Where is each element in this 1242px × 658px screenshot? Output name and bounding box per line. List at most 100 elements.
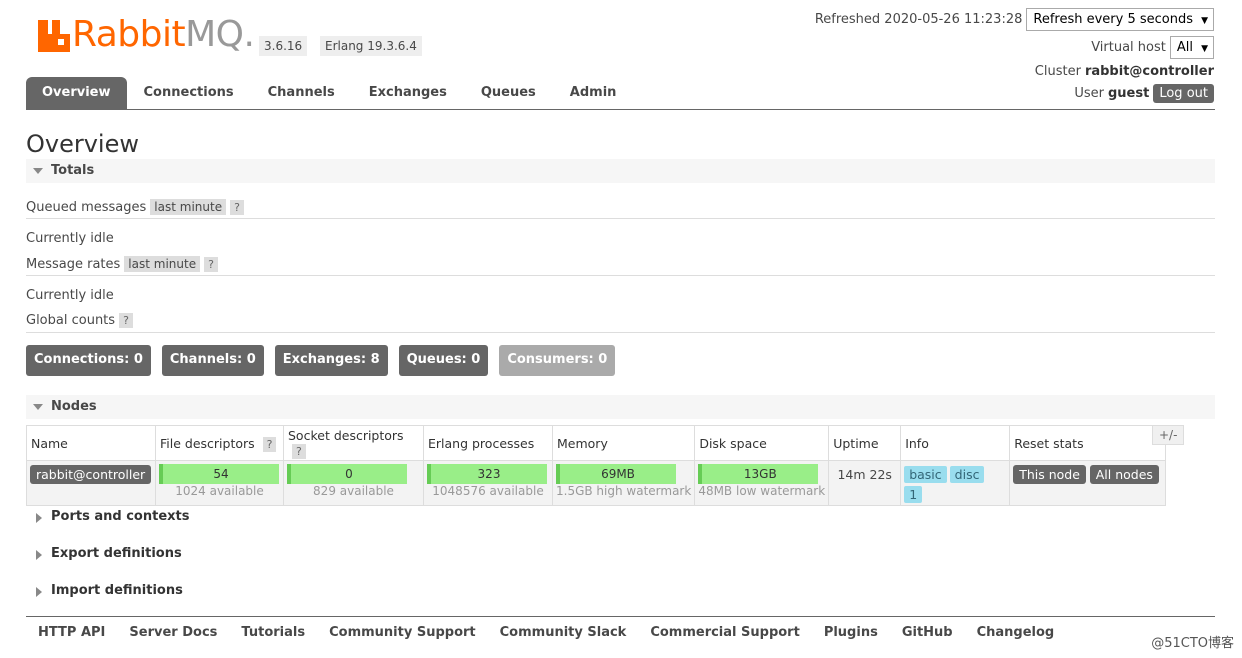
- triangle-right-icon: [36, 587, 42, 597]
- queued-idle-text: Currently idle: [26, 231, 114, 246]
- col-disk-space: Disk space: [694, 425, 830, 461]
- nodes-table: Name File descriptors ? Socket descripto…: [26, 425, 1167, 506]
- footer-link-changelog[interactable]: Changelog: [977, 625, 1055, 640]
- help-icon[interactable]: ?: [230, 199, 244, 215]
- reset-this-node-button[interactable]: This node: [1013, 465, 1086, 484]
- erlang-version: Erlang 19.3.6.4: [320, 36, 422, 56]
- column-toggle-button[interactable]: +/-: [1152, 425, 1185, 445]
- table-row: rabbit@controller 54 1024 available 0 82…: [26, 460, 1167, 506]
- consumers-count-button[interactable]: Consumers: 0: [499, 345, 616, 376]
- footer-link-server-docs[interactable]: Server Docs: [129, 625, 217, 640]
- totals-heading: Totals: [51, 163, 95, 178]
- tab-exchanges[interactable]: Exchanges: [352, 77, 464, 109]
- col-name: Name: [26, 425, 156, 461]
- vhost-row: Virtual host All: [1091, 36, 1214, 59]
- memory-watermark: 1.5GB high watermark: [556, 484, 692, 498]
- uptime-cell: 14m 22s: [828, 460, 902, 506]
- disk-cell: 13GB 48MB low watermark: [694, 460, 830, 506]
- tab-admin[interactable]: Admin: [553, 77, 634, 109]
- footer-link-plugins[interactable]: Plugins: [824, 625, 878, 640]
- import-section-header[interactable]: Import definitions: [26, 583, 183, 603]
- nodes-section-header[interactable]: Nodes: [26, 395, 1215, 419]
- sd-cell: 0 829 available: [283, 460, 424, 506]
- message-rates-label: Message rates: [26, 256, 121, 272]
- queued-range-tag[interactable]: last minute: [150, 199, 227, 215]
- help-icon[interactable]: ?: [262, 436, 277, 452]
- footer-link-github[interactable]: GitHub: [902, 625, 953, 640]
- connections-count-button[interactable]: Connections: 0: [26, 345, 151, 376]
- ep-bar: 323: [427, 464, 547, 484]
- disk-bar: 13GB: [698, 464, 819, 484]
- col-info: Info: [900, 425, 1011, 461]
- fd-bar: 54: [159, 464, 279, 484]
- info-basic-badge[interactable]: basic: [904, 466, 947, 483]
- footer-links: HTTP API Server Docs Tutorials Community…: [26, 616, 1215, 640]
- triangle-down-icon: [33, 404, 43, 410]
- rates-idle-text: Currently idle: [26, 288, 114, 303]
- queues-count-button[interactable]: Queues: 0: [398, 345, 489, 376]
- queued-messages-label: Queued messages: [26, 199, 147, 215]
- vhost-select[interactable]: All: [1169, 36, 1214, 59]
- global-counts: Connections: 0 Channels: 0 Exchanges: 8 …: [26, 345, 616, 376]
- logo-text: RabbitMQ.: [72, 14, 255, 55]
- divider: [26, 275, 1215, 276]
- global-counts-label: Global counts: [26, 313, 116, 328]
- export-section-header[interactable]: Export definitions: [26, 546, 182, 566]
- ep-cell: 323 1048576 available: [423, 460, 553, 506]
- triangle-right-icon: [36, 550, 42, 560]
- export-heading: Export definitions: [51, 546, 182, 561]
- help-icon[interactable]: ?: [119, 313, 133, 328]
- reset-all-nodes-button[interactable]: All nodes: [1089, 465, 1159, 484]
- memory-bar: 69MB: [556, 464, 676, 484]
- refreshed-time: Refreshed 2020-05-26 11:23:28: [814, 12, 1023, 27]
- refresh-select[interactable]: Refresh every 5 seconds: [1026, 8, 1214, 31]
- footer-link-community-support[interactable]: Community Support: [329, 625, 476, 640]
- disk-watermark: 48MB low watermark: [698, 484, 826, 498]
- node-name-link[interactable]: rabbit@controller: [30, 465, 152, 484]
- global-counts-row: Global counts ?: [26, 313, 133, 328]
- exchanges-count-button[interactable]: Exchanges: 8: [274, 345, 388, 376]
- ep-available: 1048576 available: [432, 484, 544, 498]
- col-file-descriptors: File descriptors ?: [155, 425, 284, 461]
- col-memory: Memory: [551, 425, 696, 461]
- help-icon[interactable]: ?: [204, 256, 218, 272]
- ports-section-header[interactable]: Ports and contexts: [26, 509, 189, 529]
- message-rates-row: Message rates last minute ?: [26, 256, 218, 272]
- reset-cell: This node All nodes: [1009, 460, 1167, 506]
- info-cell: basic disc 1: [900, 460, 1011, 506]
- import-heading: Import definitions: [51, 583, 183, 598]
- totals-section-header[interactable]: Totals: [26, 159, 1215, 183]
- fd-cell: 54 1024 available: [155, 460, 284, 506]
- divider: [26, 332, 1215, 333]
- tab-overview[interactable]: Overview: [26, 77, 127, 109]
- col-reset-stats: Reset stats: [1009, 425, 1167, 461]
- col-erlang-processes: Erlang processes: [423, 425, 553, 461]
- refresh-row: Refreshed 2020-05-26 11:23:28 Refresh ev…: [815, 8, 1214, 31]
- triangle-right-icon: [36, 513, 42, 523]
- footer-link-http-api[interactable]: HTTP API: [38, 625, 105, 640]
- footer-link-commercial-support[interactable]: Commercial Support: [650, 625, 800, 640]
- tab-connections[interactable]: Connections: [127, 77, 251, 109]
- divider: [26, 218, 1215, 219]
- table-header-row: Name File descriptors ? Socket descripto…: [26, 425, 1167, 461]
- tab-channels[interactable]: Channels: [251, 77, 352, 109]
- help-icon[interactable]: ?: [292, 444, 306, 459]
- queued-messages-row: Queued messages last minute ?: [26, 199, 244, 215]
- watermark: @51CTO博客: [1151, 636, 1234, 651]
- vhost-label: Virtual host: [1091, 40, 1166, 55]
- memory-cell: 69MB 1.5GB high watermark: [551, 460, 696, 506]
- rates-range-tag[interactable]: last minute: [124, 256, 201, 272]
- rabbitmq-logo: RabbitMQ.: [38, 14, 255, 55]
- info-disc-badge[interactable]: disc: [949, 466, 985, 483]
- info-count-badge[interactable]: 1: [904, 486, 923, 503]
- sd-bar: 0: [287, 464, 407, 484]
- fd-available: 1024 available: [175, 484, 264, 498]
- rabbitmq-version: 3.6.16: [259, 36, 308, 56]
- channels-count-button[interactable]: Channels: 0: [161, 345, 264, 376]
- page-title: Overview: [26, 130, 139, 158]
- tab-queues[interactable]: Queues: [464, 77, 553, 109]
- sd-available: 829 available: [313, 484, 394, 498]
- footer-link-community-slack[interactable]: Community Slack: [500, 625, 627, 640]
- col-uptime: Uptime: [828, 425, 902, 461]
- footer-link-tutorials[interactable]: Tutorials: [241, 625, 305, 640]
